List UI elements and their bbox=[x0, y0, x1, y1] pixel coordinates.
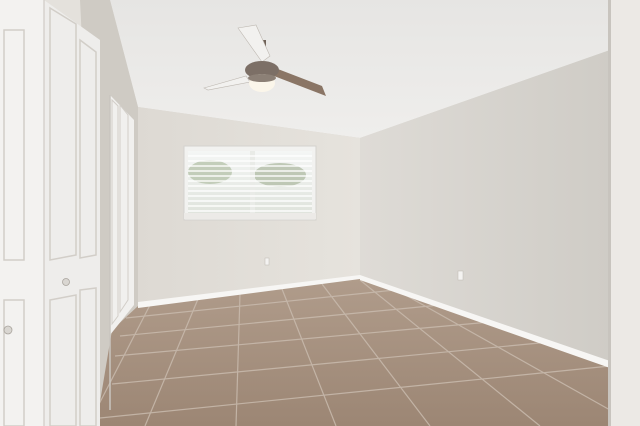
door-knob-second bbox=[62, 278, 70, 286]
window-with-blinds bbox=[183, 145, 317, 221]
right-door-frame bbox=[608, 0, 640, 426]
door-knob bbox=[3, 325, 13, 335]
wall-outlet-right bbox=[457, 270, 464, 281]
closet-door-left bbox=[0, 0, 100, 426]
wall-outlet bbox=[264, 257, 270, 266]
room-photo bbox=[0, 0, 640, 426]
